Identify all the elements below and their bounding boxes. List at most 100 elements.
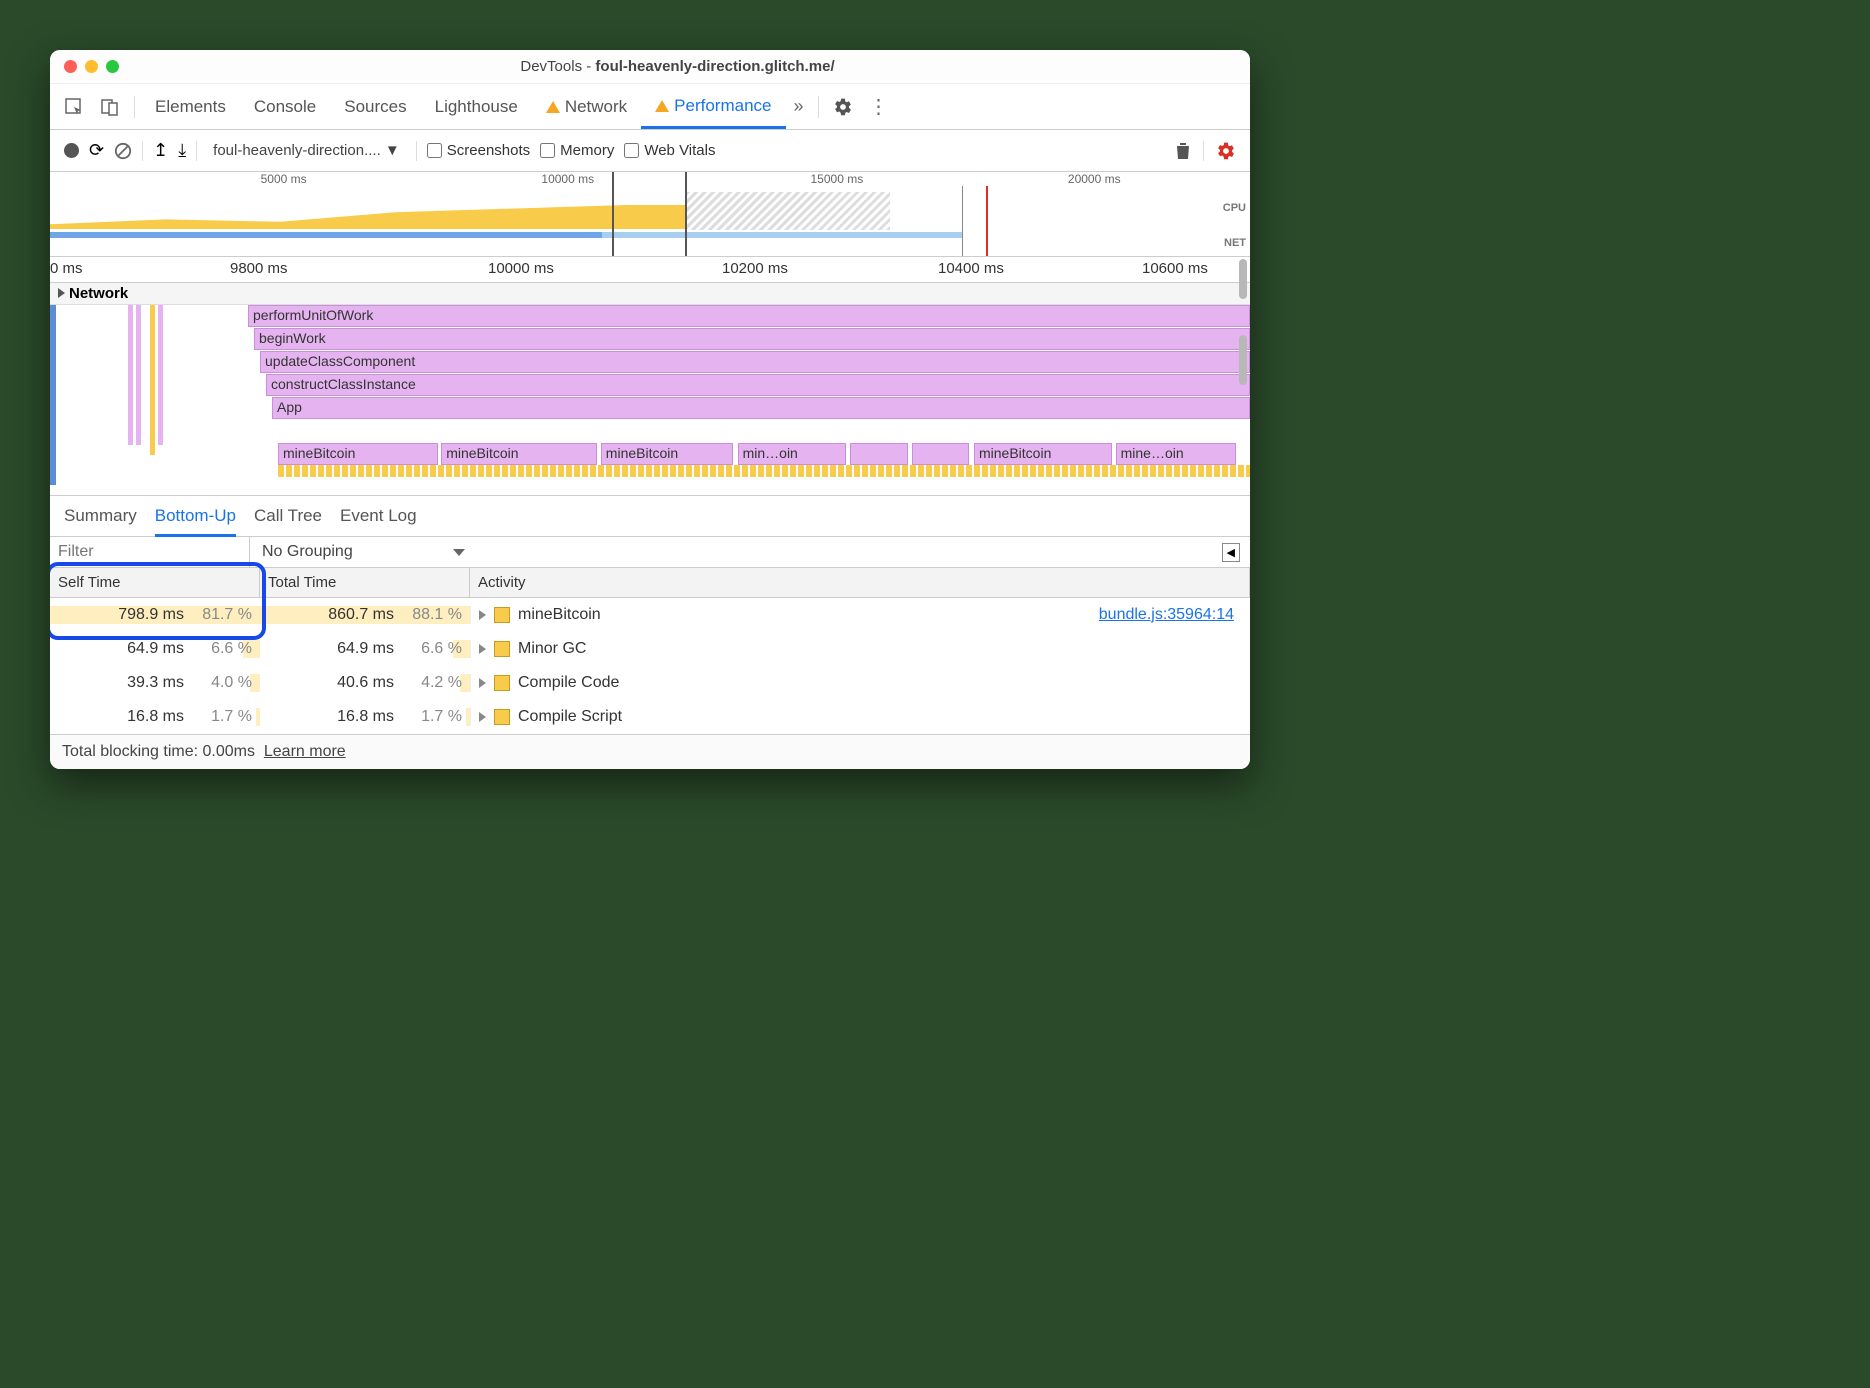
tab-sources[interactable]: Sources <box>330 87 420 127</box>
traffic-lights <box>64 60 119 73</box>
settings-icon[interactable] <box>825 87 861 127</box>
flame-bar[interactable]: constructClassInstance <box>266 374 1250 396</box>
screenshots-checkbox[interactable]: Screenshots <box>427 142 530 159</box>
tab-elements[interactable]: Elements <box>141 87 240 127</box>
category-swatch <box>494 641 510 657</box>
flame-bar[interactable]: beginWork <box>254 328 1250 350</box>
grouping-select[interactable]: No Grouping <box>250 537 1222 567</box>
overview-tick: 5000 ms <box>261 172 307 186</box>
category-swatch <box>494 607 510 623</box>
category-swatch <box>494 675 510 691</box>
minimize-window-button[interactable] <box>85 60 98 73</box>
chevron-right-icon <box>479 610 486 620</box>
activity-name: Compile Code <box>518 674 619 692</box>
flame-bar[interactable]: updateClassComponent <box>260 351 1250 373</box>
chevron-right-icon <box>58 288 65 298</box>
ruler-tick: 10600 ms <box>1142 260 1208 277</box>
reload-button[interactable]: ⟳ <box>89 140 104 161</box>
flame-bar[interactable] <box>850 443 908 465</box>
close-window-button[interactable] <box>64 60 77 73</box>
clear-button[interactable] <box>114 142 132 160</box>
titlebar: DevTools - foul-heavenly-direction.glitc… <box>50 50 1250 84</box>
inspect-icon[interactable] <box>56 87 92 127</box>
divider <box>142 141 143 161</box>
details-tabs: Summary Bottom-Up Call Tree Event Log <box>50 496 1250 537</box>
webvitals-checkbox[interactable]: Web Vitals <box>624 142 715 159</box>
flame-bar[interactable]: mineBitcoin <box>601 443 733 465</box>
scrollbar[interactable] <box>1239 259 1247 299</box>
flame-bar[interactable]: mineBitcoin <box>974 443 1112 465</box>
ruler-tick: 10200 ms <box>722 260 788 277</box>
warning-icon <box>655 100 669 112</box>
subtab-summary[interactable]: Summary <box>64 506 137 526</box>
table-row[interactable]: 16.8 ms1.7 % 16.8 ms1.7 % Compile Script <box>50 700 1250 734</box>
cpu-label: CPU <box>1223 202 1246 214</box>
gc-button[interactable] <box>1175 142 1191 160</box>
tab-network[interactable]: Network <box>532 87 641 127</box>
flame-bar[interactable]: App <box>272 397 1250 419</box>
save-profile-button[interactable]: ⤓ <box>178 140 186 161</box>
activity-name: Minor GC <box>518 640 586 658</box>
ruler-tick: 0 ms <box>50 260 83 277</box>
ruler-tick: 10000 ms <box>488 260 554 277</box>
flame-chart[interactable]: performUnitOfWorkbeginWorkupdateClassCom… <box>50 305 1250 496</box>
table-row[interactable]: 39.3 ms4.0 % 40.6 ms4.2 % Compile Code <box>50 666 1250 700</box>
ruler-tick: 9800 ms <box>230 260 288 277</box>
activity-name: mineBitcoin <box>518 606 601 624</box>
subtab-call-tree[interactable]: Call Tree <box>254 506 322 526</box>
activity-name: Compile Script <box>518 708 622 726</box>
device-toggle-icon[interactable] <box>92 87 128 127</box>
network-track-header[interactable]: Network <box>50 283 1250 305</box>
col-activity[interactable]: Activity <box>470 568 1250 597</box>
highlight-annotation <box>50 562 266 640</box>
subtab-bottom-up[interactable]: Bottom-Up <box>155 506 236 537</box>
maximize-window-button[interactable] <box>106 60 119 73</box>
flame-bar[interactable]: min…oin <box>738 443 846 465</box>
overview-tick: 15000 ms <box>811 172 864 186</box>
net-label: NET <box>1224 237 1246 249</box>
devtools-window: DevTools - foul-heavenly-direction.glitc… <box>50 50 1250 769</box>
main-tab-bar: Elements Console Sources Lighthouse Netw… <box>50 84 1250 130</box>
tab-performance[interactable]: Performance <box>641 86 785 129</box>
learn-more-link[interactable]: Learn more <box>264 743 346 760</box>
flame-bar[interactable]: performUnitOfWork <box>248 305 1250 327</box>
tab-console[interactable]: Console <box>240 87 330 127</box>
table-body: 798.9 ms81.7 % 860.7 ms88.1 % mineBitcoi… <box>50 598 1250 734</box>
flame-bar[interactable] <box>912 443 970 465</box>
overview-selection[interactable] <box>612 172 688 256</box>
ruler-tick: 10400 ms <box>938 260 1004 277</box>
more-tabs-icon[interactable]: » <box>786 86 812 127</box>
capture-settings-icon[interactable] <box>1216 141 1236 161</box>
record-button[interactable] <box>64 143 79 158</box>
profile-selector[interactable]: foul-heavenly-direction.... ▼ <box>207 138 406 163</box>
flame-bar[interactable]: mineBitcoin <box>441 443 597 465</box>
subtab-event-log[interactable]: Event Log <box>340 506 417 526</box>
kebab-menu-icon[interactable]: ⋮ <box>861 84 897 129</box>
col-total-time[interactable]: Total Time <box>260 568 470 597</box>
scrollbar[interactable] <box>1239 335 1247 385</box>
status-footer: Total blocking time: 0.00ms Learn more <box>50 734 1250 769</box>
divider <box>818 96 819 118</box>
chevron-right-icon <box>479 644 486 654</box>
chevron-right-icon <box>479 678 486 688</box>
category-swatch <box>494 709 510 725</box>
divider <box>416 141 417 161</box>
divider <box>196 141 197 161</box>
chevron-right-icon <box>479 712 486 722</box>
divider <box>134 96 135 118</box>
load-profile-button[interactable]: ↥ <box>153 140 168 161</box>
perf-toolbar: ⟳ ↥ ⤓ foul-heavenly-direction.... ▼ Scre… <box>50 130 1250 172</box>
source-link[interactable]: bundle.js:35964:14 <box>1099 606 1234 624</box>
warning-icon <box>546 101 560 113</box>
window-title: DevTools - foul-heavenly-direction.glitc… <box>119 58 1236 75</box>
overview-tick: 10000 ms <box>541 172 594 186</box>
tab-lighthouse[interactable]: Lighthouse <box>421 87 532 127</box>
memory-checkbox[interactable]: Memory <box>540 142 614 159</box>
flame-bar[interactable]: mine…oin <box>1116 443 1236 465</box>
overview-tick: 20000 ms <box>1068 172 1121 186</box>
timeline-overview[interactable]: 5000 ms 10000 ms 15000 ms 20000 ms CPU NET <box>50 172 1250 257</box>
timeline-ruler[interactable]: 0 ms 9800 ms 10000 ms 10200 ms 10400 ms 10600… <box>50 257 1250 283</box>
divider <box>1203 141 1204 161</box>
flame-bar[interactable]: mineBitcoin <box>278 443 438 465</box>
toggle-sidebar-icon[interactable]: ◀ <box>1222 543 1240 562</box>
